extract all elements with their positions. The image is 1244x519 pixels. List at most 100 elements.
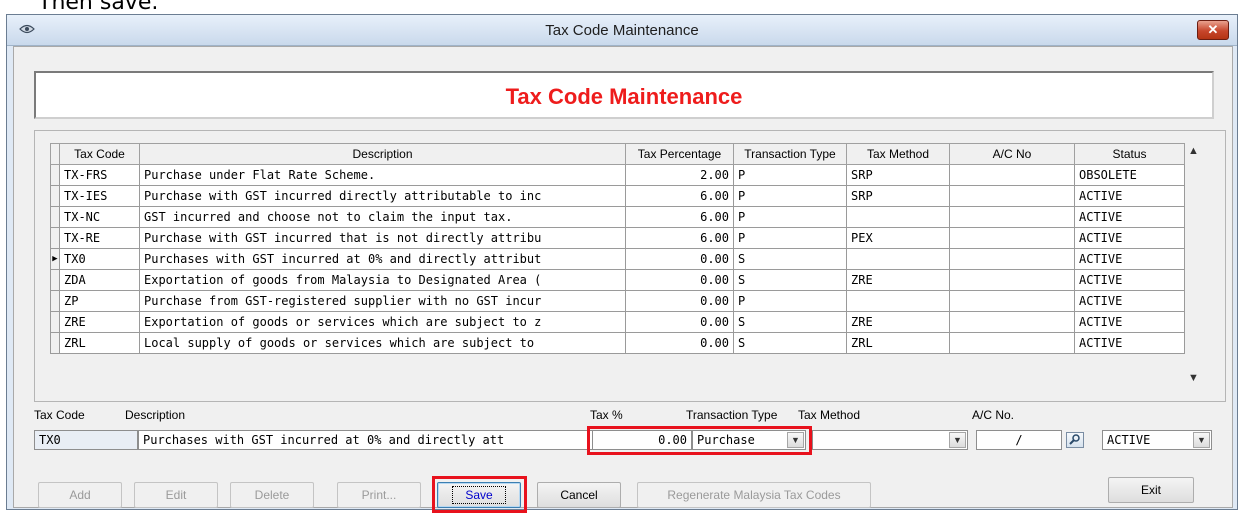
cell-transaction-type[interactable]: S xyxy=(733,248,847,270)
cell-tax-code[interactable]: TX-FRS xyxy=(59,164,140,186)
table-row-current[interactable]: ▶ TX0 Purchases with GST incurred at 0% … xyxy=(50,248,1185,270)
cell-ac-no[interactable] xyxy=(949,227,1075,249)
cell-tax-method[interactable]: SRP xyxy=(846,185,950,207)
cell-tax-method[interactable]: ZRE xyxy=(846,269,950,291)
cell-description[interactable]: Exportation of goods from Malaysia to De… xyxy=(139,269,626,291)
cell-transaction-type[interactable]: P xyxy=(733,206,847,228)
cell-ac-no[interactable] xyxy=(949,311,1075,333)
add-button[interactable]: Add xyxy=(38,482,122,508)
cell-tax-code[interactable]: TX0 xyxy=(59,248,140,270)
cell-description[interactable]: Exportation of goods or services which a… xyxy=(139,311,626,333)
cell-tax-percentage[interactable]: 6.00 xyxy=(625,206,734,228)
cell-tax-method[interactable] xyxy=(846,248,950,270)
cell-tax-percentage[interactable]: 0.00 xyxy=(625,311,734,333)
col-header-description[interactable]: Description xyxy=(139,143,626,165)
exit-button[interactable]: Exit xyxy=(1108,477,1194,503)
cell-description[interactable]: Purchase from GST-registered supplier wi… xyxy=(139,290,626,312)
cell-tax-percentage[interactable]: 0.00 xyxy=(625,269,734,291)
col-header-ac-no[interactable]: A/C No xyxy=(949,143,1075,165)
table-row[interactable]: TX-FRS Purchase under Flat Rate Scheme. … xyxy=(50,164,1185,186)
table-row[interactable]: TX-NC GST incurred and choose not to cla… xyxy=(50,206,1185,228)
cell-tax-code[interactable]: ZP xyxy=(59,290,140,312)
cell-status[interactable]: OBSOLETE xyxy=(1074,164,1185,186)
cell-transaction-type[interactable]: P xyxy=(733,164,847,186)
cell-status[interactable]: ACTIVE xyxy=(1074,269,1185,291)
cell-description[interactable]: Purchases with GST incurred at 0% and di… xyxy=(139,248,626,270)
cell-tax-code[interactable]: TX-RE xyxy=(59,227,140,249)
transaction-type-dropdown-icon[interactable]: ▼ xyxy=(787,432,804,448)
cell-status[interactable]: ACTIVE xyxy=(1074,311,1185,333)
cell-tax-method[interactable] xyxy=(846,290,950,312)
cell-tax-method[interactable] xyxy=(846,206,950,228)
cell-status[interactable]: ACTIVE xyxy=(1074,332,1185,354)
scroll-up-icon[interactable]: ▲ xyxy=(1185,143,1202,160)
cell-transaction-type[interactable]: S xyxy=(733,311,847,333)
cell-transaction-type[interactable]: P xyxy=(733,227,847,249)
table-row[interactable]: ZRL Local supply of goods or services wh… xyxy=(50,332,1185,354)
delete-button[interactable]: Delete xyxy=(230,482,314,508)
cell-transaction-type[interactable]: S xyxy=(733,332,847,354)
edit-button[interactable]: Edit xyxy=(134,482,218,508)
cell-status[interactable]: ACTIVE xyxy=(1074,206,1185,228)
cell-ac-no[interactable] xyxy=(949,248,1075,270)
cell-tax-percentage[interactable]: 6.00 xyxy=(625,227,734,249)
tax-code-field[interactable]: TX0 xyxy=(34,430,138,450)
cell-tax-code[interactable]: TX-NC xyxy=(59,206,140,228)
cell-ac-no[interactable] xyxy=(949,206,1075,228)
cell-description[interactable]: Purchase with GST incurred directly attr… xyxy=(139,185,626,207)
cell-status[interactable]: ACTIVE xyxy=(1074,227,1185,249)
tax-method-dropdown-icon[interactable]: ▼ xyxy=(949,432,966,448)
cell-tax-method[interactable]: ZRL xyxy=(846,332,950,354)
tax-percent-field[interactable]: 0.00 xyxy=(592,430,692,450)
cell-description[interactable]: Local supply of goods or services which … xyxy=(139,332,626,354)
cell-tax-percentage[interactable]: 6.00 xyxy=(625,185,734,207)
cell-description[interactable]: GST incurred and choose not to claim the… xyxy=(139,206,626,228)
cell-tax-method[interactable]: ZRE xyxy=(846,311,950,333)
cancel-button[interactable]: Cancel xyxy=(537,482,621,508)
save-button[interactable]: Save xyxy=(437,482,521,508)
cell-tax-code[interactable]: ZDA xyxy=(59,269,140,291)
cell-tax-method[interactable]: PEX xyxy=(846,227,950,249)
grid-vertical-scrollbar[interactable]: ▲ ▼ xyxy=(1185,143,1202,387)
col-header-transaction-type[interactable]: Transaction Type xyxy=(733,143,847,165)
close-button[interactable]: ✕ xyxy=(1197,20,1229,40)
table-row[interactable]: ZP Purchase from GST-registered supplier… xyxy=(50,290,1185,312)
cell-tax-percentage[interactable]: 0.00 xyxy=(625,332,734,354)
cell-tax-percentage[interactable]: 0.00 xyxy=(625,248,734,270)
cell-ac-no[interactable] xyxy=(949,290,1075,312)
tax-method-select[interactable] xyxy=(812,430,968,450)
cell-tax-code[interactable]: TX-IES xyxy=(59,185,140,207)
cell-ac-no[interactable] xyxy=(949,332,1075,354)
cell-tax-code[interactable]: ZRL xyxy=(59,332,140,354)
cell-ac-no[interactable] xyxy=(949,185,1075,207)
regenerate-tax-codes-button[interactable]: Regenerate Malaysia Tax Codes xyxy=(637,482,871,508)
print-button[interactable]: Print... xyxy=(337,482,421,508)
cell-transaction-type[interactable]: P xyxy=(733,185,847,207)
table-row[interactable]: ZRE Exportation of goods or services whi… xyxy=(50,311,1185,333)
col-header-tax-code[interactable]: Tax Code xyxy=(59,143,140,165)
cell-transaction-type[interactable]: P xyxy=(733,290,847,312)
cell-status[interactable]: ACTIVE xyxy=(1074,185,1185,207)
scroll-down-icon[interactable]: ▼ xyxy=(1185,370,1202,387)
cell-ac-no[interactable] xyxy=(949,164,1075,186)
cell-ac-no[interactable] xyxy=(949,269,1075,291)
description-field[interactable]: Purchases with GST incurred at 0% and di… xyxy=(138,430,598,450)
cell-status[interactable]: ACTIVE xyxy=(1074,248,1185,270)
cell-status[interactable]: ACTIVE xyxy=(1074,290,1185,312)
col-header-status[interactable]: Status xyxy=(1074,143,1185,165)
search-icon[interactable] xyxy=(1066,432,1084,448)
tax-code-grid[interactable]: Tax Code Description Tax Percentage Tran… xyxy=(50,143,1185,354)
table-row[interactable]: TX-IES Purchase with GST incurred direct… xyxy=(50,185,1185,207)
cell-tax-method[interactable]: SRP xyxy=(846,164,950,186)
cell-description[interactable]: Purchase with GST incurred that is not d… xyxy=(139,227,626,249)
cell-description[interactable]: Purchase under Flat Rate Scheme. xyxy=(139,164,626,186)
cell-tax-percentage[interactable]: 2.00 xyxy=(625,164,734,186)
cell-tax-code[interactable]: ZRE xyxy=(59,311,140,333)
cell-tax-percentage[interactable]: 0.00 xyxy=(625,290,734,312)
table-row[interactable]: ZDA Exportation of goods from Malaysia t… xyxy=(50,269,1185,291)
table-row[interactable]: TX-RE Purchase with GST incurred that is… xyxy=(50,227,1185,249)
ac-no-field[interactable]: / xyxy=(976,430,1062,450)
col-header-tax-percentage[interactable]: Tax Percentage xyxy=(625,143,734,165)
cell-transaction-type[interactable]: S xyxy=(733,269,847,291)
status-dropdown-icon[interactable]: ▼ xyxy=(1193,432,1210,448)
